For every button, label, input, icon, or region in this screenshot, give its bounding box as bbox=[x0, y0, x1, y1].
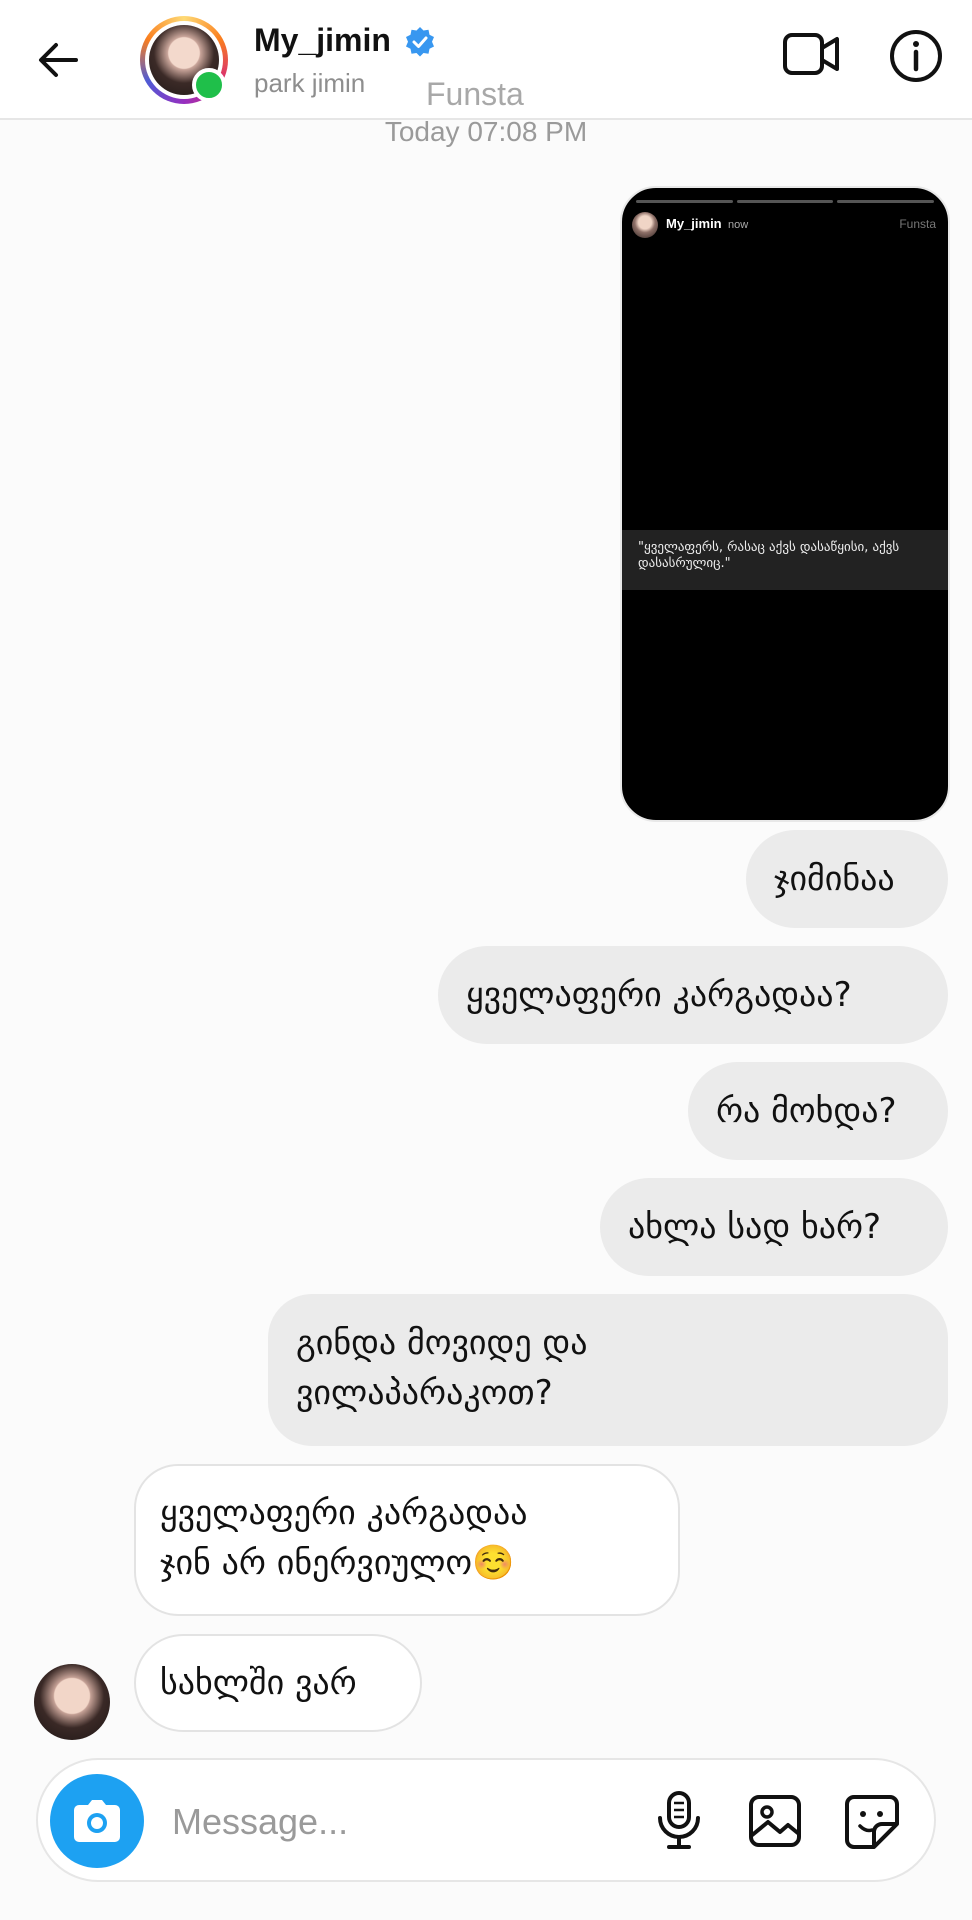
camera-button[interactable] bbox=[50, 1774, 144, 1868]
message-text: ახლა სად ხარ? bbox=[628, 1207, 882, 1247]
received-message[interactable]: სახლში ვარ bbox=[134, 1634, 422, 1732]
chat-username[interactable]: My_jimin bbox=[254, 22, 391, 59]
video-camera-icon[interactable] bbox=[782, 30, 840, 78]
image-icon[interactable] bbox=[748, 1794, 802, 1848]
story-time: now bbox=[728, 219, 749, 231]
story-quote-text: "ყველაფერს, რასაც აქვს დასაწყისი, აქვს დ… bbox=[638, 540, 900, 571]
sent-message[interactable]: ახლა სად ხარ? bbox=[600, 1178, 948, 1276]
info-icon[interactable] bbox=[888, 28, 944, 84]
sent-message[interactable]: ყველაფერი კარგადაა? bbox=[438, 946, 948, 1044]
verified-badge-icon bbox=[406, 27, 434, 57]
received-message[interactable]: ყველაფერი კარგადაა ჯინ არ ინერვიულო☺️ bbox=[134, 1464, 680, 1616]
story-quote-box: "ყველაფერს, რასაც აქვს დასაწყისი, აქვს დ… bbox=[622, 530, 948, 590]
sender-avatar[interactable] bbox=[34, 1664, 110, 1740]
chat-header: My_jimin park jimin Funsta bbox=[0, 0, 972, 120]
chat-full-name: park jimin bbox=[254, 68, 366, 98]
story-avatar bbox=[632, 212, 658, 238]
sticker-icon[interactable] bbox=[844, 1794, 900, 1850]
message-text: ყველაფერი კარგადაა? bbox=[466, 975, 852, 1015]
account-label: Funsta bbox=[426, 76, 524, 112]
message-timestamp: Today 07:08 PM bbox=[384, 116, 588, 147]
story-progress-bars bbox=[636, 200, 935, 203]
sent-message[interactable]: რა მოხდა? bbox=[688, 1062, 948, 1160]
arrow-left-icon[interactable] bbox=[36, 38, 80, 82]
message-text-line: გინდა მოვიდე და bbox=[296, 1323, 588, 1363]
sent-message[interactable]: გინდა მოვიდე და ვილაპარაკოთ? bbox=[268, 1294, 948, 1446]
story-tag: Funsta bbox=[899, 217, 936, 231]
sent-message[interactable]: ჯიმინაა bbox=[746, 830, 948, 928]
shared-story-card[interactable]: My_jimin now Funsta "ყველაფერს, რასაც აქ… bbox=[620, 186, 950, 822]
message-text-line: ვილაპარაკოთ? bbox=[296, 1373, 553, 1413]
microphone-icon[interactable] bbox=[654, 1790, 704, 1850]
message-text: სახლში ვარ bbox=[160, 1663, 357, 1703]
online-status-indicator bbox=[192, 68, 226, 102]
message-input[interactable] bbox=[170, 1796, 614, 1848]
story-username: My_jimin bbox=[666, 216, 722, 231]
message-text: ჯიმინაა bbox=[774, 859, 895, 899]
message-text-line: ჯინ არ ინერვიულო☺️ bbox=[160, 1543, 515, 1583]
camera-icon bbox=[74, 1800, 120, 1842]
message-text: რა მოხდა? bbox=[716, 1091, 897, 1131]
message-text-line: ყველაფერი კარგადაა bbox=[160, 1493, 528, 1533]
